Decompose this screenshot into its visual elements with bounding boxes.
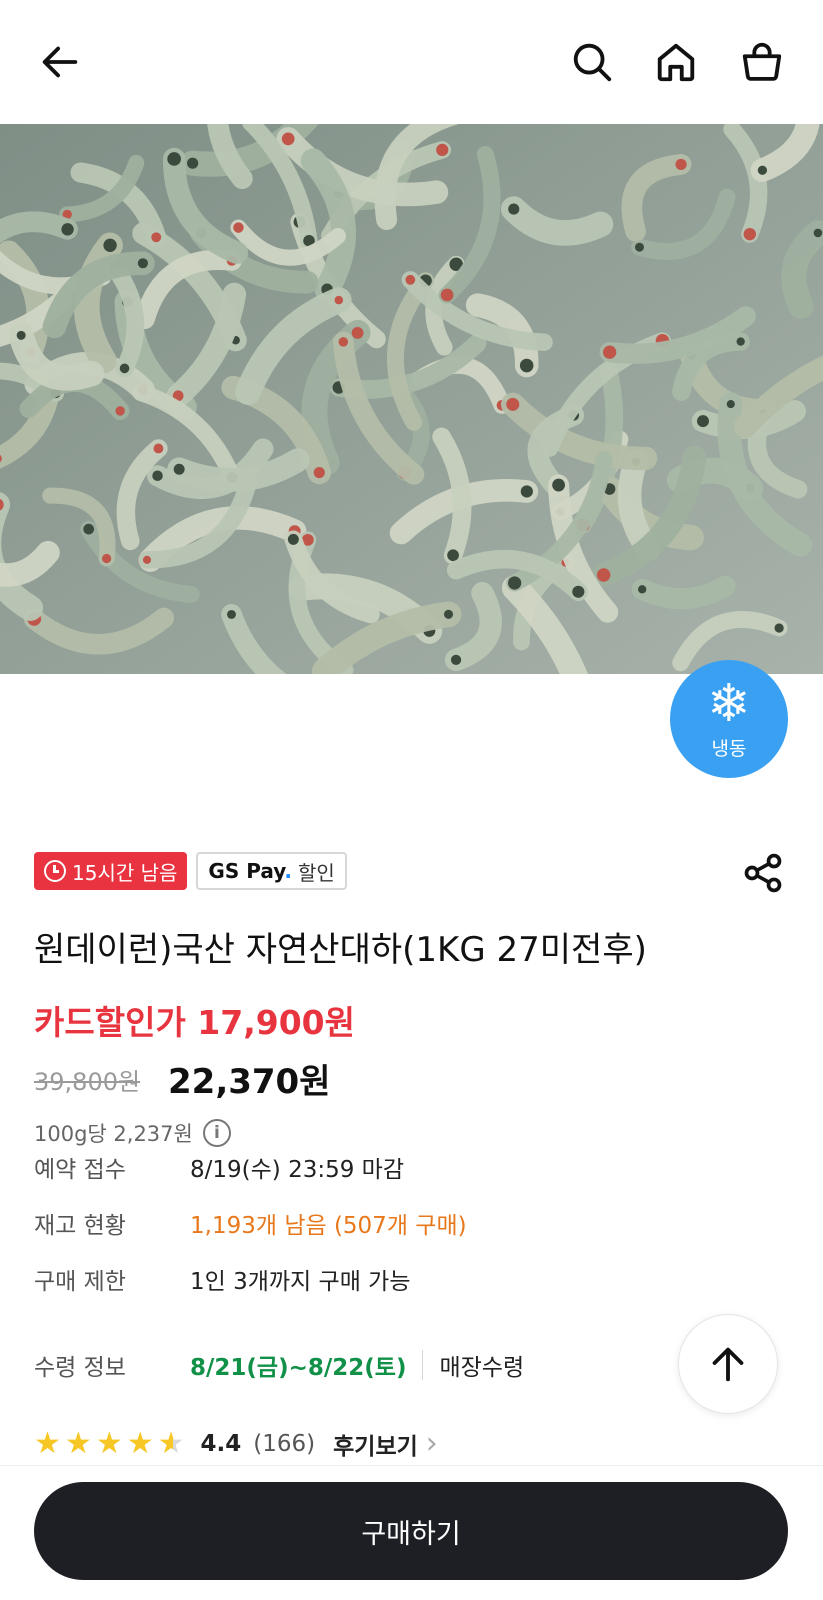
info-key: 구매 제한 (34, 1269, 126, 1295)
rating-score: 4.4 (200, 1430, 242, 1457)
sale-price: 22,370원 (168, 1062, 331, 1102)
gs-pay-logo: GS Pay. (208, 859, 293, 883)
product-title: 원데이런)국산 자연산대하(1KG 27미전후) (34, 930, 647, 970)
info-value: 8/19(수) 23:59 마감 (190, 1157, 404, 1183)
scroll-top-button[interactable] (678, 1314, 778, 1414)
info-key: 재고 현황 (34, 1213, 126, 1239)
time-left-badge: 15시간 남음 (34, 852, 188, 890)
info-key: 수령 정보 (34, 1355, 126, 1381)
card-discount-price: 카드할인가 17,900원 (34, 1003, 355, 1042)
frozen-label: 냉동 (711, 737, 747, 760)
time-left-text: 15시간 남음 (72, 860, 178, 885)
product-image[interactable] (0, 124, 823, 674)
home-icon (657, 43, 695, 82)
search-button[interactable] (566, 36, 618, 88)
half-star-icon: ★ (157, 1426, 185, 1461)
view-reviews-link[interactable]: 후기보기 › (333, 1426, 438, 1461)
rating-row: ★ ★ ★ ★ ★ 4.4 (166) 후기보기 › (34, 1426, 438, 1461)
top-app-bar (0, 0, 823, 124)
product-badges: 15시간 남음 GS Pay. 할인 (34, 852, 347, 890)
shopping-bag-icon (742, 42, 782, 81)
star-icon: ★ (34, 1426, 61, 1461)
shrimp-photo (0, 124, 823, 674)
review-count: (166) (253, 1430, 316, 1457)
unit-price-text: 100g당 2,237원 (34, 1122, 193, 1146)
arrow-left-icon (42, 46, 78, 78)
chevron-right-icon: › (425, 1426, 438, 1461)
buy-button[interactable]: 구매하기 (34, 1482, 788, 1580)
search-icon (573, 43, 612, 82)
clock-icon (44, 860, 66, 882)
info-value: 1,193개 남음 (507개 구매) (190, 1213, 467, 1239)
share-icon (744, 853, 782, 893)
divider (422, 1350, 424, 1380)
original-price: 39,800원 (34, 1068, 141, 1096)
gs-pay-badge: GS Pay. 할인 (196, 852, 347, 890)
home-button[interactable] (650, 36, 702, 88)
gs-pay-discount-text: 할인 (298, 860, 335, 885)
frozen-badge: ❄ 냉동 (670, 660, 788, 778)
snowflake-icon: ❄ (707, 673, 751, 734)
arrow-up-icon (712, 1347, 744, 1382)
info-row-reservation: 예약 접수 8/19(수) 23:59 마감 (34, 1150, 404, 1184)
info-value: 1인 3개까지 구매 가능 (190, 1269, 411, 1295)
cart-button[interactable] (736, 36, 788, 88)
info-row-stock: 재고 현황 1,193개 남음 (507개 구매) (34, 1206, 467, 1240)
star-icon: ★ (126, 1426, 154, 1461)
info-icon[interactable]: i (202, 1119, 231, 1147)
unit-price: 100g당 2,237원 i (34, 1118, 231, 1148)
info-value: 8/21(금)~8/22(토) (190, 1355, 407, 1381)
info-row-pickup: 수령 정보 8/21(금)~8/22(토) 매장수령 (34, 1348, 524, 1382)
info-key: 예약 접수 (34, 1157, 126, 1183)
star-icon: ★ (64, 1426, 92, 1461)
pickup-method: 매장수령 (439, 1355, 525, 1381)
back-button[interactable] (34, 36, 86, 88)
share-button[interactable] (738, 848, 788, 898)
star-icon: ★ (95, 1426, 123, 1461)
info-row-purchase-limit: 구매 제한 1인 3개까지 구매 가능 (34, 1262, 410, 1296)
